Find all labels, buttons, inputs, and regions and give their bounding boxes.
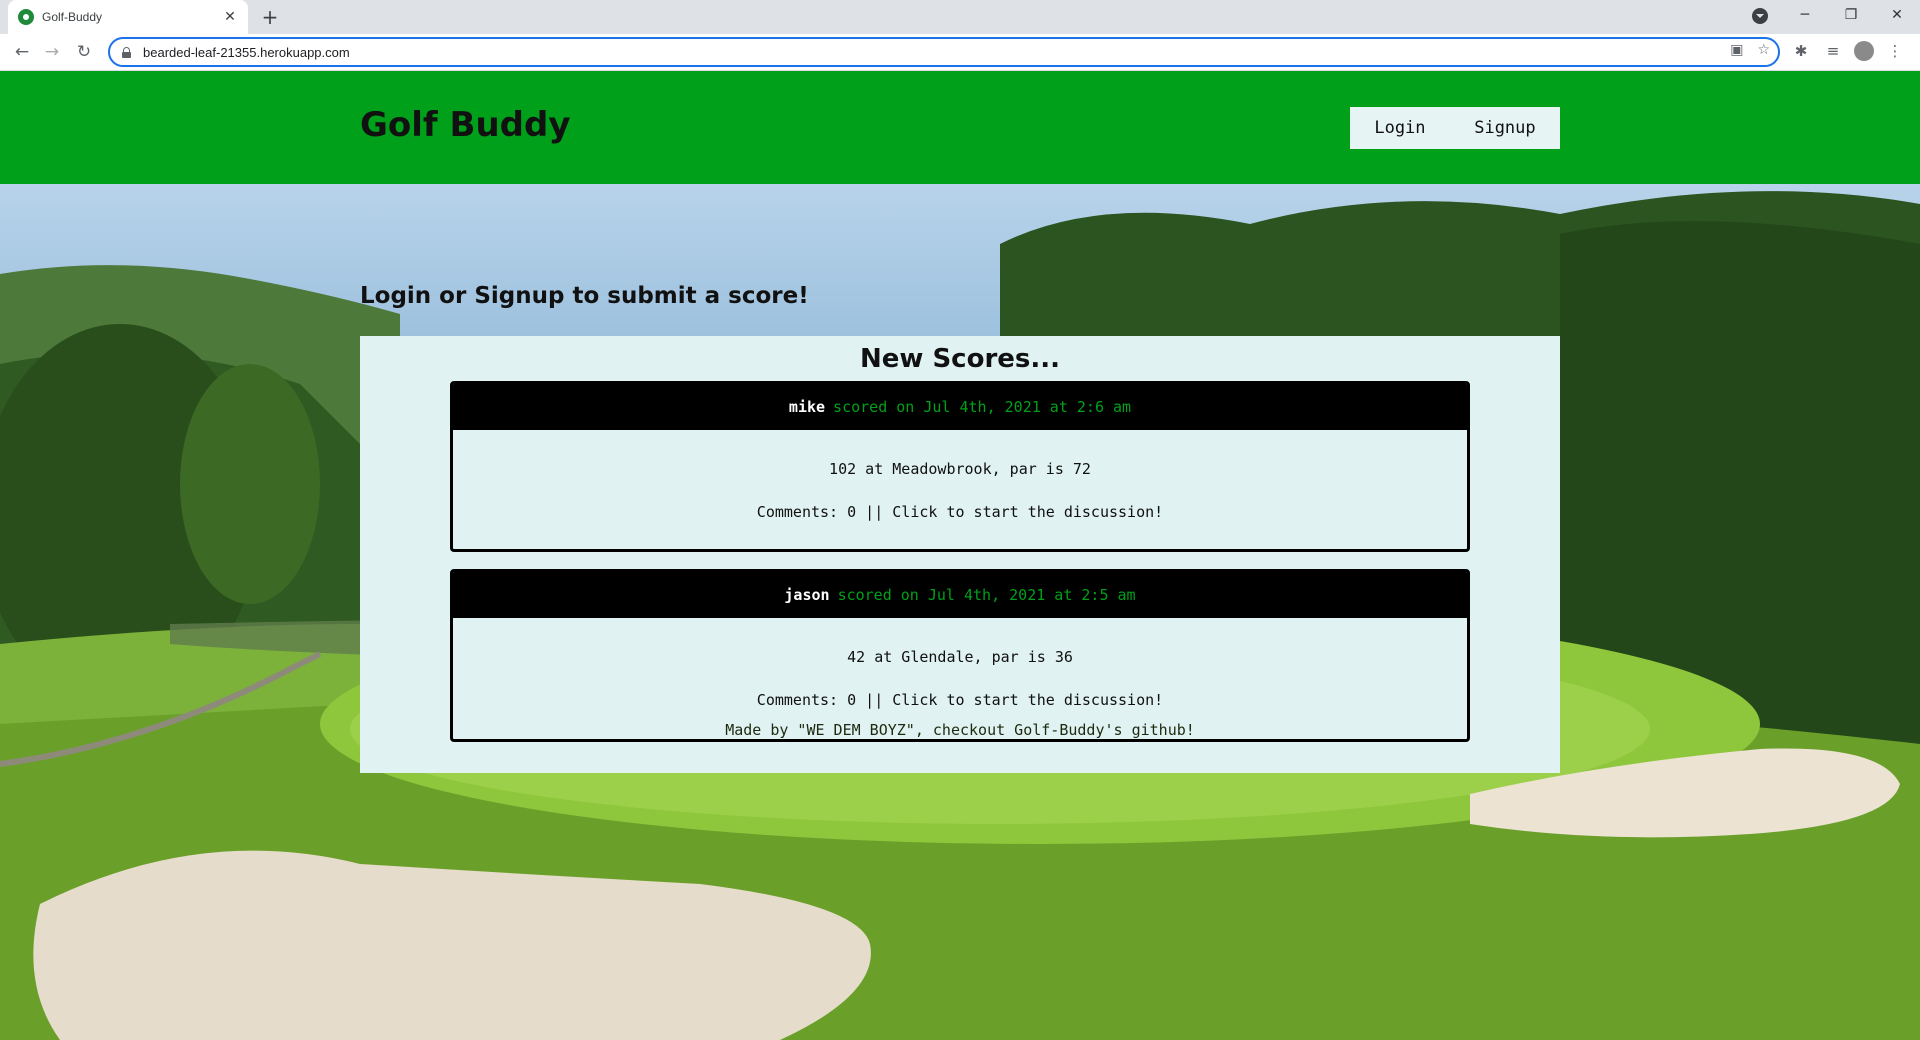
browser-menu-icon[interactable]: ⋮ [1884, 40, 1906, 62]
url-text[interactable]: bearded-leaf-21355.herokuapp.com [143, 45, 350, 60]
bookmark-star-icon[interactable]: ☆ [1757, 42, 1770, 58]
site-brand[interactable]: Golf Buddy [360, 105, 571, 145]
score-date: scored on Jul 4th, 2021 at 2:6 am [833, 398, 1132, 416]
score-card-header: jason scored on Jul 4th, 2021 at 2:5 am [453, 572, 1467, 618]
page: Golf Buddy Login Signup Login or Signup … [0, 71, 1920, 1040]
new-tab-icon[interactable]: + [258, 5, 282, 29]
qr-code-icon[interactable]: ▣ [1730, 42, 1743, 58]
reading-list-icon[interactable]: ≡ [1822, 40, 1844, 62]
browser-toolbar: ← → ↻ bearded-leaf-21355.herokuapp.com ▣… [0, 34, 1920, 71]
address-bar[interactable]: bearded-leaf-21355.herokuapp.com ▣ ☆ [108, 37, 1780, 67]
score-card-header: mike scored on Jul 4th, 2021 at 2:6 am [453, 384, 1467, 430]
login-prompt: Login or Signup to submit a score! [360, 283, 809, 309]
score-result: 102 at Meadowbrook, par is 72 [829, 460, 1091, 478]
signup-link[interactable]: Signup [1474, 118, 1535, 138]
score-username: jason [784, 586, 830, 604]
site-navbar: Golf Buddy Login Signup [0, 71, 1920, 184]
browser-tab[interactable]: Golf-Buddy ✕ [8, 0, 248, 34]
restore-icon[interactable]: ❐ [1828, 7, 1874, 23]
score-comments-link[interactable]: Comments: 0 || Click to start the discus… [453, 502, 1467, 522]
score-card[interactable]: mike scored on Jul 4th, 2021 at 2:6 am 1… [450, 381, 1470, 552]
login-link[interactable]: Login [1374, 118, 1425, 138]
tab-close-icon[interactable]: ✕ [222, 9, 238, 25]
minimize-icon[interactable]: ─ [1782, 7, 1828, 23]
score-result: 42 at Glendale, par is 36 [847, 648, 1073, 666]
score-card-body: 42 at Glendale, par is 36 Comments: 0 ||… [453, 647, 1467, 710]
browser-tab-bar: Golf-Buddy ✕ + ─ ❐ ✕ [0, 0, 1920, 34]
scores-heading: New Scores... [859, 344, 1061, 374]
golf-favicon-icon [18, 9, 34, 25]
site-footer[interactable]: Made by "WE DEM BOYZ", checkout Golf-Bud… [0, 721, 1920, 739]
forward-arrow-icon[interactable]: → [40, 40, 64, 64]
window-controls: ─ ❐ ✕ [1782, 0, 1920, 30]
score-comments-link[interactable]: Comments: 0 || Click to start the discus… [453, 690, 1467, 710]
tab-search-icon[interactable] [1752, 8, 1768, 24]
auth-links: Login Signup [1350, 107, 1560, 149]
tab-title: Golf-Buddy [42, 10, 103, 24]
profile-avatar[interactable] [1854, 41, 1874, 61]
score-card-body: 102 at Meadowbrook, par is 72 Comments: … [453, 459, 1467, 522]
score-date: scored on Jul 4th, 2021 at 2:5 am [837, 586, 1136, 604]
extensions-puzzle-icon[interactable]: ✱ [1790, 40, 1812, 62]
close-window-icon[interactable]: ✕ [1874, 7, 1920, 23]
reload-icon[interactable]: ↻ [72, 40, 96, 64]
score-card[interactable]: jason scored on Jul 4th, 2021 at 2:5 am … [450, 569, 1470, 742]
lock-icon[interactable] [122, 46, 131, 58]
new-scores-panel: New Scores... mike scored on Jul 4th, 20… [360, 336, 1560, 773]
score-username: mike [788, 398, 826, 416]
back-arrow-icon[interactable]: ← [10, 40, 34, 64]
